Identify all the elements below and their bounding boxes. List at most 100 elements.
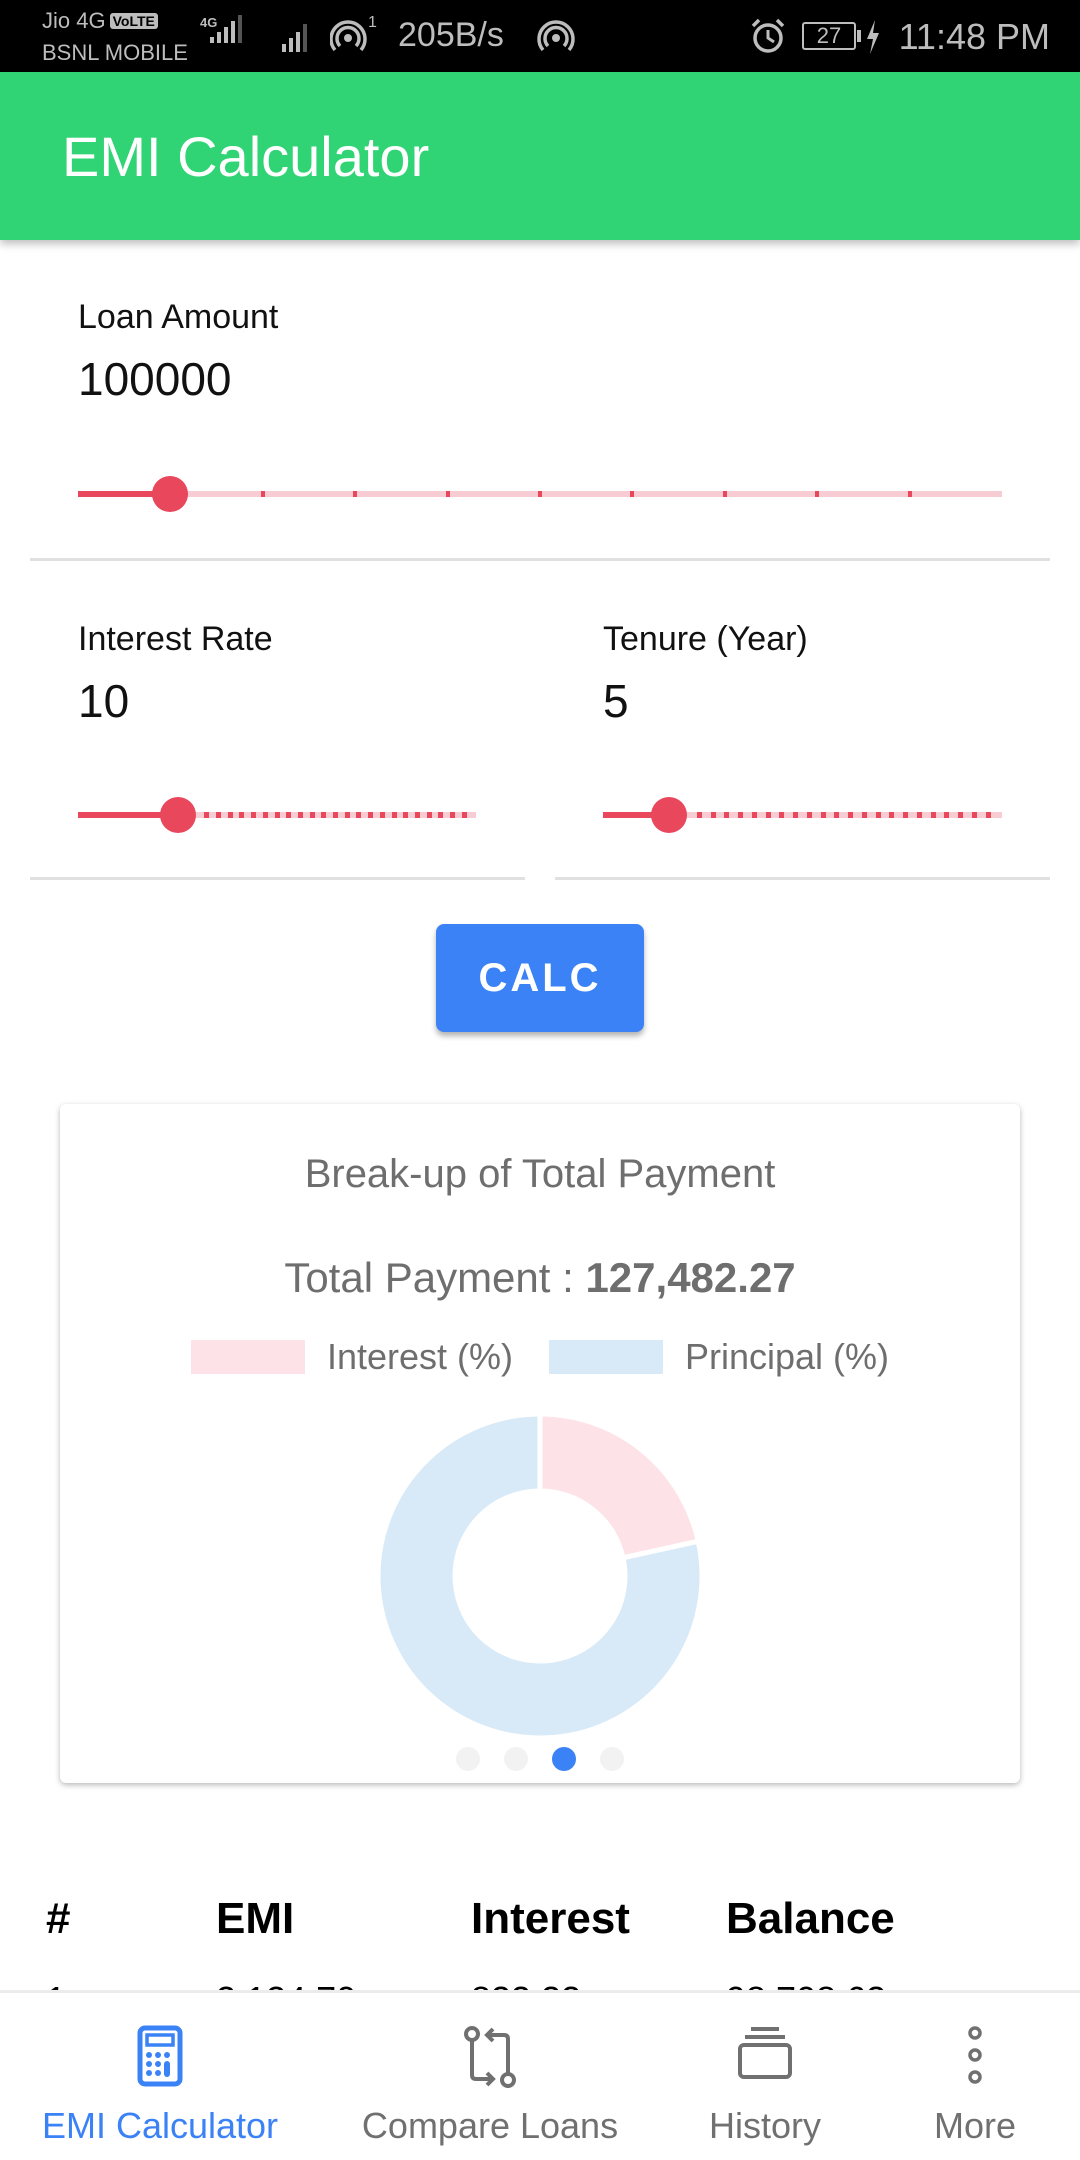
signal-icon: 4G — [200, 15, 242, 43]
cell-number: 1 — [46, 1979, 66, 1990]
loan-amount-slider[interactable] — [78, 474, 1002, 514]
slider-tick — [738, 812, 744, 818]
slider-tick — [333, 812, 339, 818]
slider-tick — [309, 812, 315, 818]
column-header-interest: Interest — [471, 1894, 630, 1943]
slider-tick — [286, 812, 292, 818]
calc-button[interactable]: CALC — [436, 924, 644, 1032]
volte-badge: VoLTE — [109, 13, 158, 29]
slider-tick — [916, 812, 922, 818]
tenure-slider[interactable] — [603, 795, 1002, 835]
nav-label: History — [708, 2105, 821, 2146]
battery-cap — [857, 30, 861, 42]
slider-tick — [751, 812, 757, 818]
calculator-icon — [137, 2025, 183, 2087]
slider-tick — [834, 812, 840, 818]
history-icon — [738, 2027, 792, 2079]
slider-tick — [321, 812, 327, 818]
slider-tick — [438, 812, 444, 818]
schedule-table-header: # EMI Interest Balance — [0, 1880, 1080, 1960]
slider-tick — [930, 812, 936, 818]
signal-icon — [282, 22, 307, 52]
slider-thumb[interactable] — [650, 797, 687, 833]
table-row: 1 2,124.70 833.33 98,708.63 — [0, 1975, 1080, 1990]
nav-label: Compare Loans — [361, 2105, 619, 2146]
slider-tick — [461, 812, 467, 818]
slider-tick — [958, 812, 964, 818]
carrier-1-text: Jio 4G — [42, 8, 106, 33]
column-header-number: # — [46, 1894, 71, 1943]
slider-tick — [724, 812, 730, 818]
battery-icon: 27 — [802, 22, 856, 50]
alarm-icon — [748, 16, 788, 61]
slider-tick — [450, 812, 456, 818]
column-header-balance: Balance — [726, 1894, 895, 1943]
divider — [30, 558, 1050, 561]
slider-tick — [274, 812, 280, 818]
slider-tick — [227, 812, 233, 818]
slider-thumb[interactable] — [152, 476, 189, 512]
app-bar: EMI Calculator — [0, 72, 1080, 240]
pager-dot[interactable] — [504, 1747, 528, 1771]
slider-tick — [848, 812, 854, 818]
hotspot-icon — [536, 18, 576, 63]
loan-amount-label: Loan Amount — [78, 298, 279, 336]
divider — [555, 877, 1050, 880]
cell-emi: 2,124.70 — [216, 1979, 356, 1990]
slider-tick — [985, 812, 991, 818]
pager-dot-active[interactable] — [552, 1747, 576, 1771]
slider-tick — [403, 812, 409, 818]
nav-item-history[interactable]: History — [640, 1993, 890, 2160]
slider-tick — [696, 812, 702, 818]
bottom-navigation: EMI Calculator Compare Loans History Mor… — [0, 1990, 1080, 2160]
hotspot-icon: 1 — [329, 14, 377, 63]
nav-item-compare-loans[interactable]: Compare Loans — [340, 1993, 640, 2160]
slider-tick — [820, 812, 826, 818]
slider-tick — [971, 812, 977, 818]
compare-icon — [464, 2026, 516, 2088]
carrier-secondary: BSNL MOBILE — [42, 40, 188, 65]
slider-tick — [538, 491, 542, 497]
loan-amount-value[interactable]: 100000 — [78, 352, 232, 406]
slider-tick — [806, 812, 812, 818]
network-speed: 205B/s — [398, 16, 504, 54]
interest-rate-value[interactable]: 10 — [78, 674, 129, 728]
nav-item-more[interactable]: More — [890, 1993, 1060, 2160]
pager-dot[interactable] — [456, 1747, 480, 1771]
slider-tick — [861, 812, 867, 818]
slider-tick — [779, 812, 785, 818]
slider-tick — [239, 812, 245, 818]
donut-chart — [375, 1411, 705, 1741]
status-bar: Jio 4G VoLTE BSNL MOBILE 4G 1 205B/s 27 1… — [0, 0, 1080, 72]
tenure-label: Tenure (Year) — [603, 620, 808, 658]
nav-label: EMI Calculator — [41, 2105, 279, 2146]
slider-tick — [414, 812, 420, 818]
slider-tick — [907, 491, 912, 497]
slider-tick — [765, 812, 771, 818]
slider-tick — [215, 812, 221, 818]
slider-tick — [630, 491, 635, 497]
donut-slice-interest[interactable] — [537, 1411, 702, 1561]
slider-tick — [445, 491, 450, 497]
pager-dot[interactable] — [600, 1747, 624, 1771]
nav-item-emi-calculator[interactable]: EMI Calculator — [10, 1993, 310, 2160]
slider-tick — [426, 812, 432, 818]
slider-tick — [903, 812, 909, 818]
nav-label: More — [933, 2105, 1017, 2146]
slider-tick — [260, 491, 265, 497]
slider-tick — [722, 491, 727, 497]
tenure-value[interactable]: 5 — [603, 674, 629, 728]
slider-tick — [391, 812, 397, 818]
slider-thumb[interactable] — [159, 797, 196, 833]
column-header-emi: EMI — [216, 1894, 295, 1943]
slider-tick — [889, 812, 895, 818]
charging-icon — [866, 20, 880, 59]
slider-tick — [793, 812, 799, 818]
slider-tick — [262, 812, 268, 818]
interest-rate-slider[interactable] — [78, 795, 476, 835]
slider-tick — [297, 812, 303, 818]
slider-tick — [251, 812, 257, 818]
carrier-primary: Jio 4G VoLTE — [42, 8, 158, 34]
slider-tick — [204, 812, 210, 818]
divider — [30, 877, 525, 880]
